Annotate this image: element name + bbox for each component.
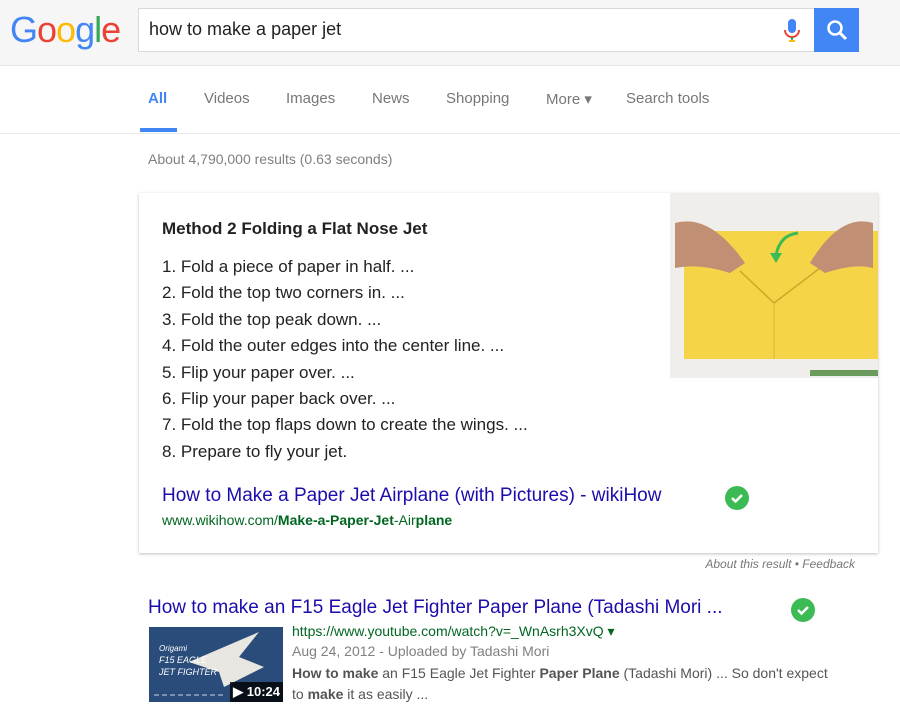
- snippet-image[interactable]: [670, 193, 878, 378]
- result-stats: About 4,790,000 results (0.63 seconds): [148, 151, 393, 167]
- steps-list: 1. Fold a piece of paper in half. ... 2.…: [162, 257, 528, 468]
- video-thumbnail[interactable]: Origami F15 EAGLE JET FIGHTER ▶ 10:24: [149, 627, 283, 702]
- thumb-line: JET FIGHTER: [159, 667, 217, 677]
- verified-check-icon: [725, 486, 749, 510]
- url-part: www.wikihow.com/: [162, 512, 278, 528]
- search-input[interactable]: [149, 19, 749, 40]
- url-part: Make-a-Paper-Jet: [277, 512, 394, 528]
- wikihow-result-link[interactable]: How to Make a Paper Jet Airplane (with P…: [162, 485, 661, 507]
- search-icon: [826, 20, 847, 41]
- search-tabs: All Videos Images News Shopping More ▾ S…: [0, 66, 900, 134]
- tab-all[interactable]: All: [148, 90, 167, 107]
- list-item: 4. Fold the outer edges into the center …: [162, 336, 505, 356]
- list-item: 3. Fold the top peak down. ...: [162, 309, 382, 329]
- google-logo[interactable]: Google: [10, 9, 121, 51]
- list-item: 7. Fold the top flaps down to create the…: [162, 415, 528, 435]
- youtube-result-link[interactable]: How to make an F15 Eagle Jet Fighter Pap…: [148, 597, 723, 619]
- list-item: 6. Flip your paper back over. ...: [162, 388, 396, 408]
- thumbnail-text: Origami F15 EAGLE JET FIGHTER: [159, 643, 217, 678]
- youtube-url[interactable]: https://www.youtube.com/watch?v=_WnAsrh3…: [292, 623, 615, 640]
- header: Google: [0, 0, 900, 66]
- list-item: 5. Flip your paper over. ...: [162, 362, 355, 382]
- featured-snippet: Method 2 Folding a Flat Nose Jet 1. Fold…: [139, 193, 878, 553]
- about-feedback-link[interactable]: About this result • Feedback: [705, 557, 855, 571]
- list-item: 2. Fold the top two corners in. ...: [162, 283, 405, 303]
- upload-info: Aug 24, 2012 - Uploaded by Tadashi Mori: [292, 643, 550, 659]
- list-item: 1. Fold a piece of paper in half. ...: [162, 257, 415, 276]
- snippet-part: an F15 Eagle Jet Fighter: [378, 665, 540, 681]
- url-part: -Air: [393, 512, 416, 528]
- snippet-part: Paper Plane: [539, 665, 620, 681]
- tab-news[interactable]: News: [372, 90, 410, 107]
- thumb-line: Origami: [159, 644, 188, 653]
- tab-search-tools[interactable]: Search tools: [626, 90, 709, 107]
- search-box[interactable]: [138, 8, 814, 52]
- thumb-line: F15 EAGLE: [159, 655, 208, 665]
- url-part: plane: [415, 512, 453, 528]
- snippet-title: Method 2 Folding a Flat Nose Jet: [162, 219, 428, 238]
- tab-shopping[interactable]: Shopping: [446, 90, 509, 107]
- list-item: 8. Prepare to fly your jet.: [162, 441, 348, 461]
- tab-videos[interactable]: Videos: [204, 90, 250, 107]
- active-tab-indicator: [140, 128, 177, 132]
- snippet-part: How to make: [292, 665, 379, 681]
- result-url[interactable]: www.wikihow.com/Make-a-Paper-Jet-Airplan…: [162, 512, 452, 528]
- tab-images[interactable]: Images: [286, 90, 335, 107]
- search-button[interactable]: [814, 8, 859, 52]
- result-snippet: How to make an F15 Eagle Jet Fighter Pap…: [292, 663, 832, 705]
- tab-more[interactable]: More ▾: [546, 90, 592, 108]
- snippet-part: it as easily ...: [343, 686, 429, 702]
- snippet-part: make: [307, 686, 344, 702]
- video-duration: ▶ 10:24: [230, 682, 283, 702]
- microphone-icon[interactable]: [784, 19, 800, 43]
- verified-check-icon: [791, 598, 815, 622]
